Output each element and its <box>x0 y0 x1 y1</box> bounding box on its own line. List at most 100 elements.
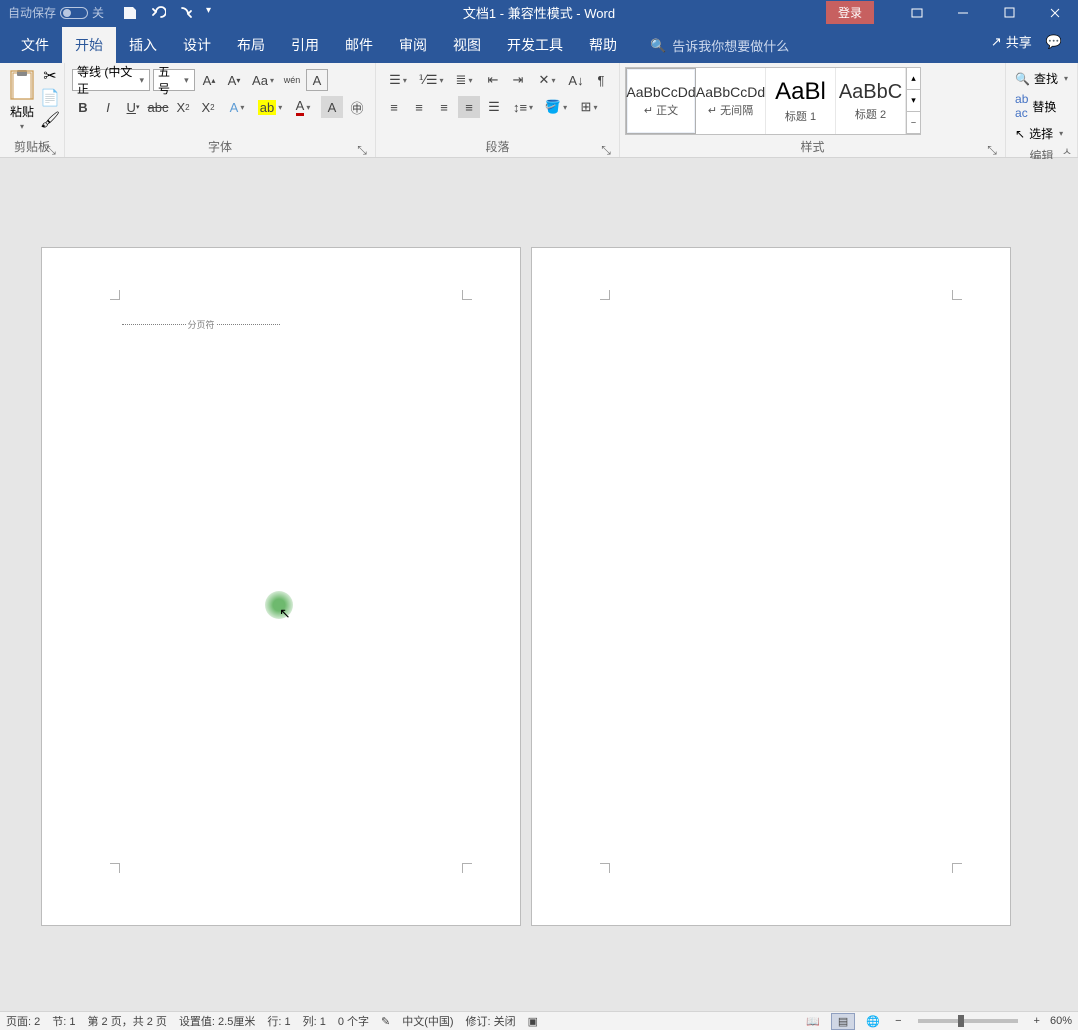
increase-indent-icon[interactable]: ⇥ <box>507 69 529 91</box>
document-area[interactable]: 分页符 ↖ <box>0 159 1078 1011</box>
tab-view[interactable]: 视图 <box>440 27 494 63</box>
tab-design[interactable]: 设计 <box>170 27 224 63</box>
autosave-toggle[interactable]: 自动保存 关 <box>0 4 112 21</box>
format-painter-icon[interactable]: 🖌 <box>41 111 59 129</box>
status-language[interactable]: 中文(中国) <box>402 1013 453 1029</box>
undo-icon[interactable] <box>150 5 166 21</box>
styles-expand-icon[interactable]: ⎯ <box>907 112 920 134</box>
page-1[interactable]: 分页符 <box>42 248 520 925</box>
status-page-of[interactable]: 第 2 页，共 2 页 <box>87 1013 166 1029</box>
tab-review[interactable]: 审阅 <box>386 27 440 63</box>
status-line[interactable]: 行: 1 <box>267 1013 290 1029</box>
login-button[interactable]: 登录 <box>826 1 874 24</box>
font-size-combo[interactable]: 五号▾ <box>153 69 195 91</box>
replace-button[interactable]: abac 替换 <box>1013 91 1070 121</box>
maximize-icon[interactable] <box>986 0 1032 25</box>
styles-launcher-icon[interactable]: ⤡ <box>986 143 998 155</box>
grow-font-icon[interactable]: A▴ <box>198 69 220 91</box>
align-center-icon[interactable]: ≡ <box>408 96 430 118</box>
comments-button[interactable]: 💬 <box>1042 30 1066 54</box>
minimize-icon[interactable] <box>940 0 986 25</box>
tab-mailings[interactable]: 邮件 <box>332 27 386 63</box>
collapse-ribbon-icon[interactable]: ㅅ <box>1062 143 1072 159</box>
status-column[interactable]: 列: 1 <box>303 1013 326 1029</box>
strikethrough-icon[interactable]: abc <box>147 96 169 118</box>
zoom-out-icon[interactable]: − <box>891 1015 905 1027</box>
tab-home[interactable]: 开始 <box>62 27 116 63</box>
change-case-icon[interactable]: Aa▾ <box>248 69 278 91</box>
web-layout-icon[interactable]: 🌐 <box>861 1013 885 1030</box>
clipboard-launcher-icon[interactable]: ⤡ <box>45 143 57 155</box>
numbering-icon[interactable]: ⅟☰▾ <box>416 69 446 91</box>
ribbon-display-icon[interactable] <box>894 0 940 25</box>
shrink-font-icon[interactable]: A▾ <box>223 69 245 91</box>
paste-button[interactable]: 粘贴 ▾ <box>5 67 39 136</box>
styles-gallery[interactable]: AaBbCcDd ↵ 正文 AaBbCcDd ↵ 无间隔 AaBl 标题 1 A… <box>625 67 921 135</box>
multilevel-list-icon[interactable]: ≣▾ <box>449 69 479 91</box>
shading-icon[interactable]: 🪣▾ <box>541 96 571 118</box>
subscript-icon[interactable]: X2 <box>172 96 194 118</box>
style-no-spacing[interactable]: AaBbCcDd ↵ 无间隔 <box>696 68 766 134</box>
print-layout-icon[interactable]: ▤ <box>831 1013 855 1030</box>
font-color-icon[interactable]: A▾ <box>288 96 318 118</box>
show-hide-icon[interactable]: ¶ <box>590 69 612 91</box>
status-macro-icon[interactable]: ▣ <box>528 1015 538 1028</box>
close-icon[interactable] <box>1032 0 1078 25</box>
sort-icon[interactable]: A↓ <box>565 69 587 91</box>
status-track-changes[interactable]: 修订: 关闭 <box>466 1013 516 1029</box>
autosave-switch-icon[interactable] <box>60 7 88 19</box>
page-2[interactable] <box>532 248 1010 925</box>
style-normal[interactable]: AaBbCcDd ↵ 正文 <box>626 68 696 134</box>
tab-references[interactable]: 引用 <box>278 27 332 63</box>
zoom-slider[interactable] <box>918 1019 1018 1023</box>
status-position[interactable]: 设置值: 2.5厘米 <box>179 1013 255 1029</box>
tab-file[interactable]: 文件 <box>8 27 62 63</box>
find-button[interactable]: 🔍 查找▾ <box>1013 69 1070 88</box>
character-shading-icon[interactable]: A <box>321 96 343 118</box>
status-word-count[interactable]: 0 个字 <box>338 1013 369 1029</box>
enclose-characters-icon[interactable]: ㊥ <box>346 96 368 118</box>
tab-insert[interactable]: 插入 <box>116 27 170 63</box>
style-heading-1[interactable]: AaBl 标题 1 <box>766 68 836 134</box>
status-page[interactable]: 页面: 2 <box>6 1013 40 1029</box>
read-mode-icon[interactable]: 📖 <box>801 1013 825 1030</box>
superscript-icon[interactable]: X2 <box>197 96 219 118</box>
line-spacing-icon[interactable]: ↕≡▾ <box>508 96 538 118</box>
zoom-thumb[interactable] <box>958 1015 964 1027</box>
phonetic-guide-icon[interactable]: wén <box>281 69 303 91</box>
character-border-icon[interactable]: A <box>306 69 328 91</box>
style-heading-2[interactable]: AaBbC 标题 2 <box>836 68 906 134</box>
tab-developer[interactable]: 开发工具 <box>494 27 576 63</box>
status-spellcheck-icon[interactable]: ✎ <box>381 1015 390 1028</box>
zoom-in-icon[interactable]: + <box>1030 1015 1044 1027</box>
styles-scroll-down-icon[interactable]: ▾ <box>907 90 920 112</box>
underline-icon[interactable]: U▾ <box>122 96 144 118</box>
distributed-icon[interactable]: ☰ <box>483 96 505 118</box>
status-section[interactable]: 节: 1 <box>52 1013 75 1029</box>
text-effects-icon[interactable]: A▾ <box>222 96 252 118</box>
save-icon[interactable] <box>122 5 138 21</box>
borders-icon[interactable]: ⊞▾ <box>574 96 604 118</box>
highlight-icon[interactable]: ab▾ <box>255 96 285 118</box>
font-name-combo[interactable]: 等线 (中文正▾ <box>72 69 150 91</box>
share-button[interactable]: ↗ 共享 <box>987 28 1036 55</box>
asian-layout-icon[interactable]: ✕▾ <box>532 69 562 91</box>
tab-layout[interactable]: 布局 <box>224 27 278 63</box>
zoom-level[interactable]: 60% <box>1050 1015 1072 1027</box>
decrease-indent-icon[interactable]: ⇤ <box>482 69 504 91</box>
styles-scroll-up-icon[interactable]: ▴ <box>907 68 920 90</box>
copy-icon[interactable]: 📄 <box>41 89 59 107</box>
tab-help[interactable]: 帮助 <box>576 27 630 63</box>
align-left-icon[interactable]: ≡ <box>383 96 405 118</box>
select-button[interactable]: ↖ 选择▾ <box>1013 124 1070 143</box>
bullets-icon[interactable]: ☰▾ <box>383 69 413 91</box>
font-launcher-icon[interactable]: ⤡ <box>356 143 368 155</box>
cut-icon[interactable]: ✂ <box>41 67 59 85</box>
italic-icon[interactable]: I <box>97 96 119 118</box>
align-right-icon[interactable]: ≡ <box>433 96 455 118</box>
tell-me-search[interactable]: 🔍 告诉我你想要做什么 <box>630 36 799 63</box>
bold-icon[interactable]: B <box>72 96 94 118</box>
qat-dropdown-icon[interactable]: ▾ <box>206 5 222 21</box>
paragraph-launcher-icon[interactable]: ⤡ <box>600 143 612 155</box>
redo-icon[interactable] <box>178 5 194 21</box>
